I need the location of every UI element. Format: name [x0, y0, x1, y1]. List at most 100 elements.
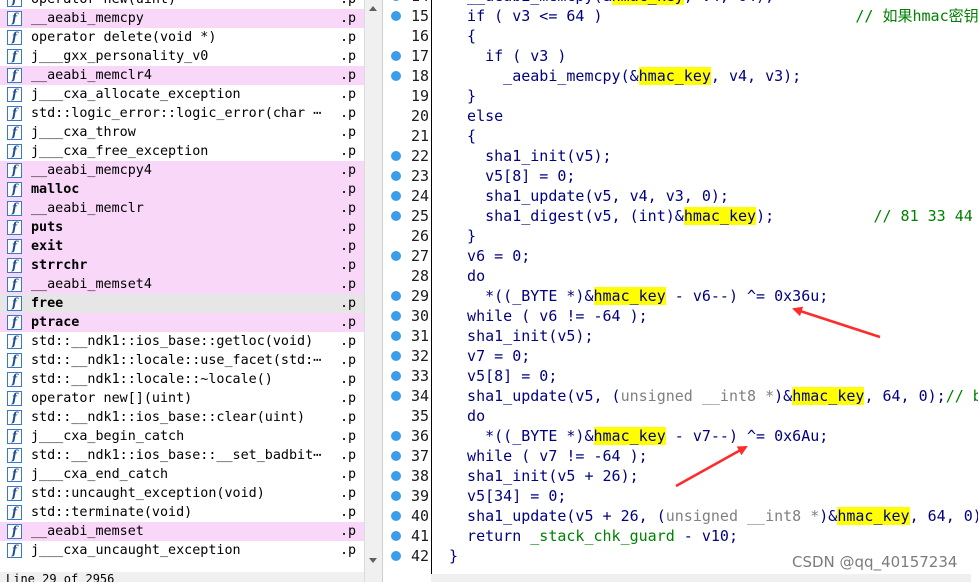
code-line[interactable]: 19 }	[383, 86, 978, 106]
function-row[interactable]: f malloc .p	[0, 180, 364, 199]
code-line[interactable]: 22 sha1_init(v5);	[383, 146, 978, 166]
code-line[interactable]: 36 *((_BYTE *)&hmac_key - v7--) ^= 0x6Au…	[383, 426, 978, 446]
code-text: sha1_update(v5, v4, v3, 0);	[449, 187, 729, 205]
code-line[interactable]: 29 *((_BYTE *)&hmac_key - v6--) ^= 0x36u…	[383, 286, 978, 306]
line-number: 36	[410, 427, 429, 445]
code-line[interactable]: 15 if ( v3 <= 64 ) // 如果hmac密钥	[383, 6, 978, 26]
code-line[interactable]: 39 v5[34] = 0;	[383, 486, 978, 506]
code-line[interactable]: 16 {	[383, 26, 978, 46]
function-row[interactable]: f __aeabi_memset .p	[0, 522, 364, 541]
function-row[interactable]: f std::__ndk1::ios_base::getloc(void) .p	[0, 332, 364, 351]
line-number: 28	[410, 267, 429, 285]
breakpoint-dot-icon[interactable]	[391, 511, 401, 521]
function-row[interactable]: f std::__ndk1::locale::~locale() .p	[0, 370, 364, 389]
breakpoint-dot-icon[interactable]	[391, 391, 401, 401]
breakpoint-dot-icon[interactable]	[391, 431, 401, 441]
function-row[interactable]: f free .p	[0, 294, 364, 313]
code-line[interactable]: 25 sha1_digest(v5, (int)&hmac_key); // 8…	[383, 206, 978, 226]
function-row[interactable]: f std::logic_error::logic_error(char ⋯ .p	[0, 104, 364, 123]
line-number: 30	[410, 307, 429, 325]
function-row[interactable]: f j___cxa_throw .p	[0, 123, 364, 142]
code-line[interactable]: 26 }	[383, 226, 978, 246]
code-line[interactable]: 28 do	[383, 266, 978, 286]
code-line[interactable]: 40 sha1_update(v5 + 26, (unsigned __int8…	[383, 506, 978, 526]
breakpoint-dot-icon[interactable]	[391, 171, 401, 181]
function-row[interactable]: f __aeabi_memcpy .p	[0, 9, 364, 28]
function-row[interactable]: f std::__ndk1::ios_base::clear(uint) .p	[0, 408, 364, 427]
function-list-scrollbar[interactable]	[364, 0, 382, 582]
breakpoint-dot-icon[interactable]	[391, 191, 401, 201]
code-line[interactable]: 23 v5[8] = 0;	[383, 166, 978, 186]
code-line[interactable]: 41 return _stack_chk_guard - v10;	[383, 526, 978, 546]
breakpoint-dot-icon[interactable]	[391, 151, 401, 161]
function-icon: f	[7, 201, 22, 216]
function-row[interactable]: f j___cxa_end_catch .p	[0, 465, 364, 484]
function-row[interactable]: f __aeabi_memclr .p	[0, 199, 364, 218]
function-name: __aeabi_memcpy	[31, 11, 144, 26]
breakpoint-dot-icon[interactable]	[391, 11, 401, 21]
scroll-down-arrow-icon[interactable]	[369, 558, 377, 563]
function-row[interactable]: f j___cxa_free_exception .p	[0, 142, 364, 161]
code-line[interactable]: 32 v7 = 0;	[383, 346, 978, 366]
breakpoint-dot-icon[interactable]	[391, 211, 401, 221]
function-row[interactable]: f strrchr .p	[0, 256, 364, 275]
breakpoint-dot-icon[interactable]	[391, 471, 401, 481]
code-line[interactable]: 37 while ( v7 != -64 );	[383, 446, 978, 466]
breakpoint-dot-icon[interactable]	[391, 351, 401, 361]
breakpoint-dot-icon[interactable]	[391, 251, 401, 261]
function-segment: .p	[340, 296, 357, 311]
function-row[interactable]: f operator new(uint) .p	[0, 0, 364, 9]
pseudocode-view[interactable]: 14 __aeabi_memcpy(&hmac_key, v4, 64);15 …	[383, 0, 978, 566]
function-name: std::__ndk1::ios_base::__set_badbit⋯	[31, 448, 322, 463]
code-line[interactable]: 30 while ( v6 != -64 );	[383, 306, 978, 326]
function-row[interactable]: f __aeabi_memclr4 .p	[0, 66, 364, 85]
code-line[interactable]: 34 sha1_update(v5, (unsigned __int8 *)&h…	[383, 386, 978, 406]
breakpoint-dot-icon[interactable]	[391, 0, 401, 1]
function-row[interactable]: f j___gxx_personality_v0 .p	[0, 47, 364, 66]
breakpoint-dot-icon[interactable]	[391, 451, 401, 461]
function-icon: f	[7, 372, 22, 387]
function-row[interactable]: f j___cxa_begin_catch .p	[0, 427, 364, 446]
breakpoint-dot-icon[interactable]	[391, 331, 401, 341]
function-row[interactable]: f std::uncaught_exception(void) .p	[0, 484, 364, 503]
function-segment: .p	[340, 467, 357, 482]
function-row[interactable]: f __aeabi_memset4 .p	[0, 275, 364, 294]
code-line[interactable]: 21 {	[383, 126, 978, 146]
function-row[interactable]: f operator delete(void *) .p	[0, 28, 364, 47]
code-text: if ( v3 <= 64 ) // 如果hmac密钥	[449, 7, 978, 25]
code-line[interactable]: 27 v6 = 0;	[383, 246, 978, 266]
function-row[interactable]: f ptrace .p	[0, 313, 364, 332]
breakpoint-dot-icon[interactable]	[391, 291, 401, 301]
function-row[interactable]: f __aeabi_memcpy4 .p	[0, 161, 364, 180]
code-line[interactable]: 18 _aeabi_memcpy(&hmac_key, v4, v3);	[383, 66, 978, 86]
code-line[interactable]: 33 v5[8] = 0;	[383, 366, 978, 386]
breakpoint-dot-icon[interactable]	[391, 551, 401, 561]
function-row[interactable]: f std::terminate(void) .p	[0, 503, 364, 522]
function-row[interactable]: f std::__ndk1::locale::use_facet(std:⋯ .p	[0, 351, 364, 370]
line-number: 31	[410, 327, 429, 345]
code-line[interactable]: 17 if ( v3 )	[383, 46, 978, 66]
breakpoint-dot-icon[interactable]	[391, 71, 401, 81]
code-line[interactable]: 31 sha1_init(v5);	[383, 326, 978, 346]
code-line[interactable]: 20 else	[383, 106, 978, 126]
function-icon: f	[7, 68, 22, 83]
breakpoint-dot-icon[interactable]	[391, 371, 401, 381]
breakpoint-dot-icon[interactable]	[391, 531, 401, 541]
function-row[interactable]: f puts .p	[0, 218, 364, 237]
breakpoint-dot-icon[interactable]	[391, 51, 401, 61]
function-row[interactable]: f j___cxa_uncaught_exception .p	[0, 541, 364, 560]
breakpoint-dot-icon[interactable]	[391, 491, 401, 501]
code-line[interactable]: 24 sha1_update(v5, v4, v3, 0);	[383, 186, 978, 206]
function-segment: .p	[340, 524, 357, 539]
code-line[interactable]: 35 do	[383, 406, 978, 426]
line-number: 41	[410, 527, 429, 545]
function-row[interactable]: f std::__ndk1::ios_base::__set_badbit⋯ .p	[0, 446, 364, 465]
function-segment: .p	[340, 239, 357, 254]
code-line[interactable]: 38 sha1_init(v5 + 26);	[383, 466, 978, 486]
breakpoint-dot-icon[interactable]	[391, 311, 401, 321]
function-row[interactable]: f exit .p	[0, 237, 364, 256]
scroll-up-arrow-icon[interactable]	[369, 6, 377, 11]
function-row[interactable]: f operator new[](uint) .p	[0, 389, 364, 408]
function-icon: f	[7, 505, 22, 520]
function-row[interactable]: f j___cxa_allocate_exception .p	[0, 85, 364, 104]
